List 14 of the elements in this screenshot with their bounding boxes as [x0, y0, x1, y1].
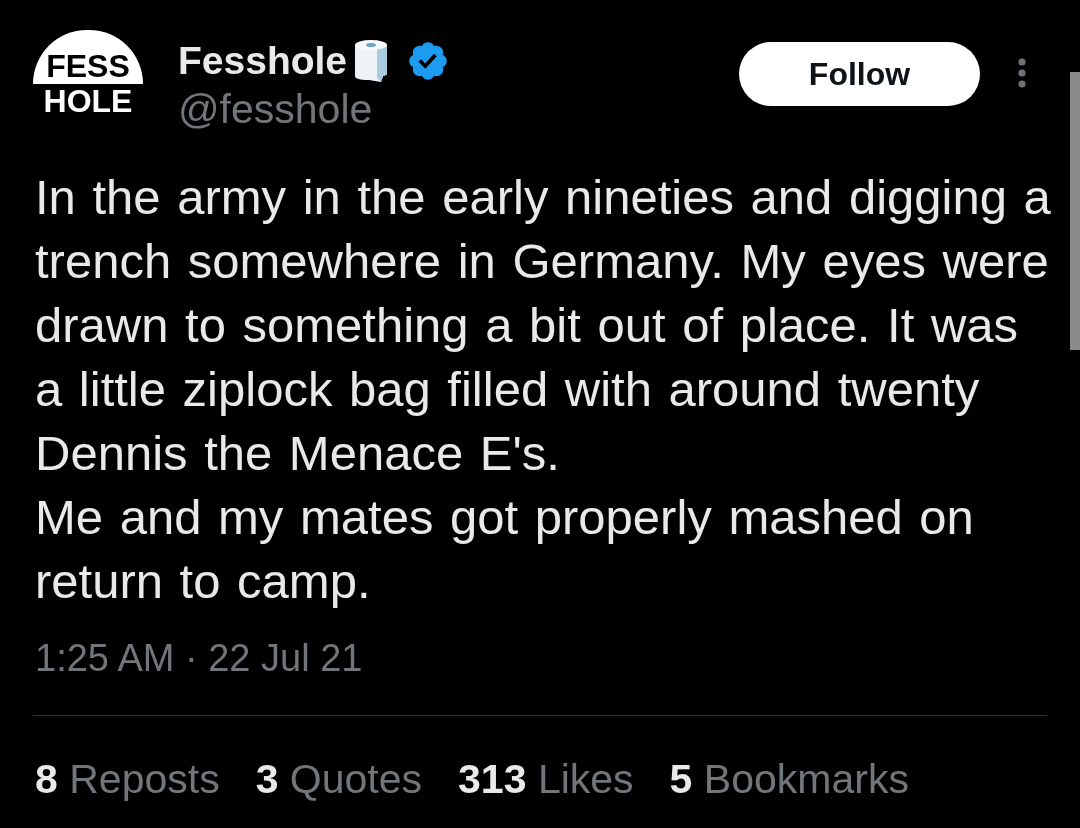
stat-link[interactable]: 8 Reposts: [35, 753, 220, 805]
more-options-icon[interactable]: [1018, 58, 1026, 88]
stat-link[interactable]: 3 Quotes: [255, 753, 423, 805]
follow-button[interactable]: Follow: [739, 42, 980, 106]
display-name[interactable]: Fesshole: [178, 38, 348, 84]
logo-text: HOLE: [43, 84, 133, 118]
stat-link[interactable]: 313 Likes: [458, 753, 634, 805]
scrollbar-thumb[interactable]: [1070, 72, 1080, 350]
stat-link[interactable]: 5 Bookmarks: [669, 753, 909, 805]
tweet-paragraph: Me and my mates got properly mashed on return to camp.: [35, 489, 975, 610]
tweet-paragraph: In the army in the early nineties and digging a trench somewhere in Germany. My eyes were drawn to something a bit out of place. It was a little ziplock bag filled with around twenty Dennis the Menace E's.: [35, 169, 1052, 482]
timestamp[interactable]: 1:25 AM · 22 Jul 21: [35, 634, 363, 682]
user-handle[interactable]: @fesshole: [178, 86, 448, 132]
logo-dome: FESS: [33, 30, 143, 84]
